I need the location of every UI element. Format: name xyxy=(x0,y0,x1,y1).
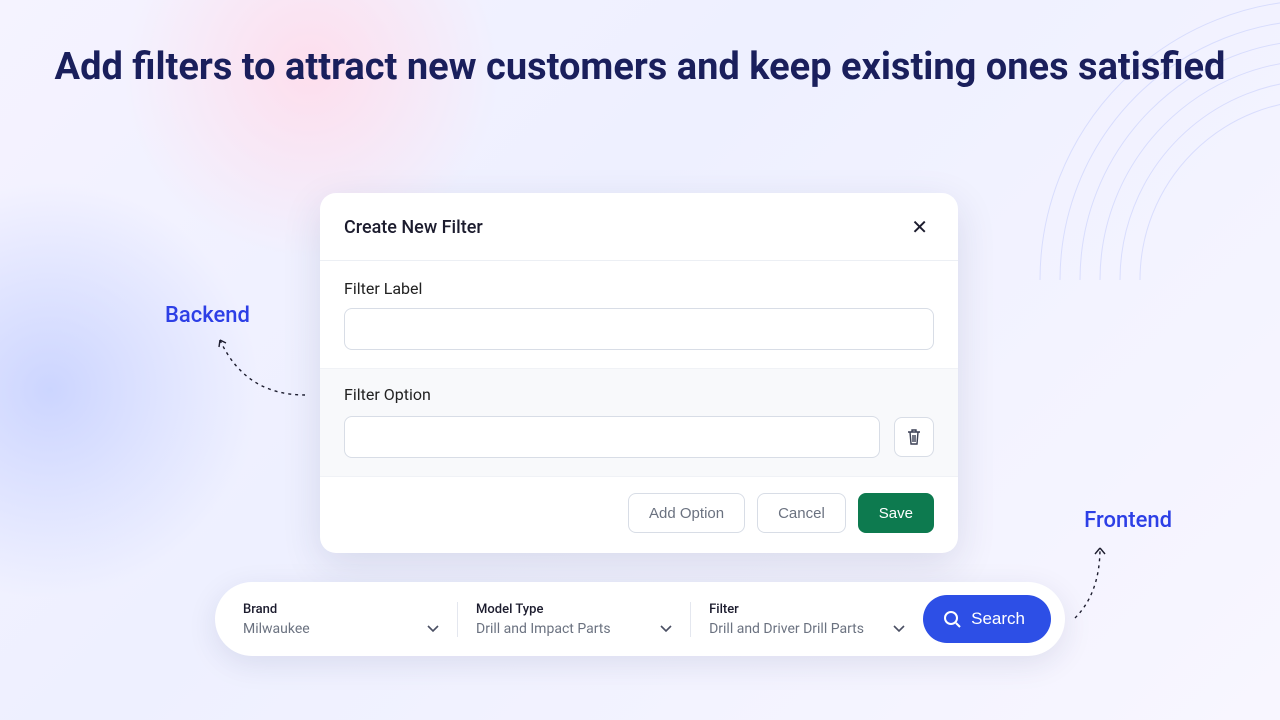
create-filter-modal: Create New Filter ✕ Filter Label Filter … xyxy=(320,193,958,553)
annotation-backend: Backend xyxy=(165,303,250,328)
segment-label: Brand xyxy=(243,602,439,617)
search-icon xyxy=(943,610,961,628)
arrow-frontend-icon xyxy=(1070,543,1130,623)
search-button[interactable]: Search xyxy=(923,595,1051,643)
chevron-down-icon xyxy=(660,625,672,633)
filter-option-row xyxy=(344,416,934,458)
cancel-button[interactable]: Cancel xyxy=(757,493,846,533)
chevron-down-icon xyxy=(427,625,439,633)
searchbar-segment-brand[interactable]: Brand Milwaukee xyxy=(243,602,457,637)
filter-label-heading: Filter Label xyxy=(344,279,934,298)
close-icon: ✕ xyxy=(911,217,928,239)
delete-option-button[interactable] xyxy=(894,417,934,457)
filter-label-field: Filter Label xyxy=(344,279,934,350)
searchbar-segment-model-type[interactable]: Model Type Drill and Impact Parts xyxy=(457,602,690,637)
annotation-frontend: Frontend xyxy=(1084,508,1172,533)
filter-option-section: Filter Option xyxy=(320,368,958,477)
modal-header: Create New Filter ✕ xyxy=(320,193,958,261)
trash-icon xyxy=(906,428,922,446)
segment-label: Filter xyxy=(709,602,905,617)
arrow-backend-icon xyxy=(215,335,315,405)
close-button[interactable]: ✕ xyxy=(905,211,934,244)
searchbar-segment-filter[interactable]: Filter Drill and Driver Drill Parts xyxy=(690,602,923,637)
save-button[interactable]: Save xyxy=(858,493,934,533)
frontend-searchbar: Brand Milwaukee Model Type Drill and Imp… xyxy=(215,582,1065,656)
chevron-down-icon xyxy=(893,625,905,633)
segment-value: Milwaukee xyxy=(243,621,310,637)
search-button-label: Search xyxy=(971,609,1025,629)
filter-label-input[interactable] xyxy=(344,308,934,350)
segment-value: Drill and Driver Drill Parts xyxy=(709,621,864,637)
segment-value: Drill and Impact Parts xyxy=(476,621,611,637)
filter-option-input[interactable] xyxy=(344,416,880,458)
modal-title: Create New Filter xyxy=(344,217,483,238)
filter-option-heading: Filter Option xyxy=(344,385,934,404)
page-headline: Add filters to attract new customers and… xyxy=(0,40,1280,95)
add-option-button[interactable]: Add Option xyxy=(628,493,745,533)
modal-footer: Add Option Cancel Save xyxy=(320,477,958,553)
segment-label: Model Type xyxy=(476,602,672,617)
